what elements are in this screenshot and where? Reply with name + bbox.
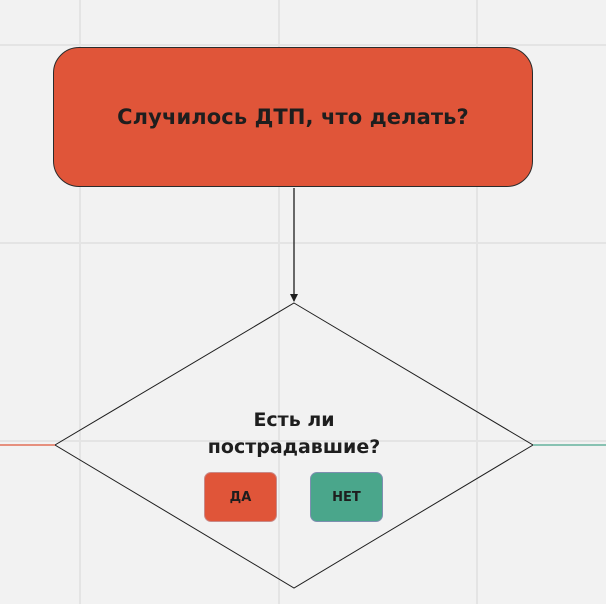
start-node-label: Случилось ДТП, что делать?: [117, 105, 469, 129]
yes-button[interactable]: ДА: [204, 472, 277, 522]
yes-button-label: ДА: [229, 489, 252, 505]
no-button[interactable]: НЕТ: [310, 472, 383, 522]
decision-question: Есть ли пострадавшие?: [194, 407, 394, 461]
decision-question-line-1: Есть ли: [253, 409, 335, 431]
no-button-label: НЕТ: [332, 489, 361, 505]
start-node[interactable]: Случилось ДТП, что делать?: [53, 47, 533, 187]
decision-question-line-2: пострадавшие?: [207, 436, 381, 458]
